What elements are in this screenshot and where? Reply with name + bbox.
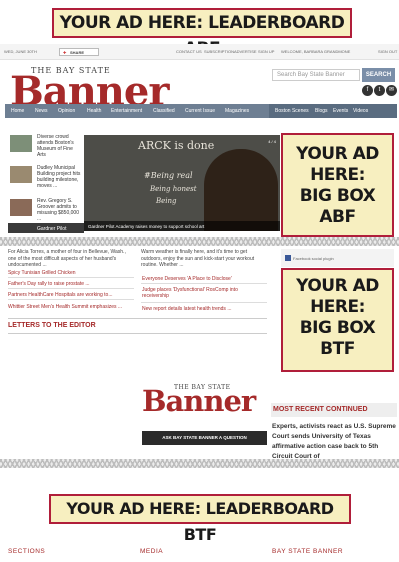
nav-videos[interactable]: Videos	[353, 108, 368, 114]
most-recent-header: MOST RECENT CONTINUED	[271, 403, 397, 417]
advertise-link[interactable]: ADVERTISE	[234, 49, 257, 54]
twitter-icon[interactable]: t	[374, 85, 385, 96]
article-link[interactable]: New report details latest health trends …	[142, 306, 232, 312]
ad-line: YOUR AD HERE:	[296, 276, 379, 317]
nav-opinion[interactable]: Opinion	[58, 108, 75, 114]
chalk-text: Being	[156, 197, 177, 205]
divider	[141, 302, 267, 303]
ask-logo: Banner	[142, 384, 256, 418]
article-link[interactable]: Spicy Tunisian Grilled Chicken	[8, 270, 76, 276]
nav-current-issue[interactable]: Current Issue	[185, 108, 215, 114]
chalk-text: ARCK is done	[138, 139, 215, 152]
divider	[141, 283, 267, 284]
slide-counter: 4 / 4	[268, 139, 276, 144]
nav-magazines[interactable]: Magazines	[225, 108, 249, 114]
featured-story-title[interactable]: Dudley Municipal Building project hits b…	[37, 165, 81, 189]
sign-out-link[interactable]: SIGN OUT	[378, 49, 397, 54]
big-box-ad-abf[interactable]: YOUR AD HERE: BIG BOX ABF	[281, 133, 394, 237]
big-box-ad-btf[interactable]: YOUR AD HERE: BIG BOX BTF	[281, 268, 394, 372]
footer-media-heading: MEDIA	[140, 548, 164, 555]
ad-line: BTF	[320, 339, 355, 359]
subscription-link[interactable]: SUBSCRIPTION	[204, 49, 234, 54]
email-icon[interactable]: ✉	[386, 85, 397, 96]
featured-story-title[interactable]: Diverse crowd attends Boston's Museum of…	[37, 134, 81, 158]
article-link[interactable]: Partners HealthCare Hospitals are workin…	[8, 292, 113, 298]
story-thumbnail[interactable]	[10, 199, 32, 216]
story-thumbnail[interactable]	[10, 166, 32, 183]
featured-story-title: Gardner Pilot	[37, 226, 67, 232]
welcome-user-text: WELCOME, BARBARA GRANDMONE	[281, 49, 351, 54]
article-link[interactable]: Father's Day rally to raise prostate ...	[8, 281, 90, 287]
nav-boston-scenes[interactable]: Boston Scenes	[275, 108, 309, 114]
featured-slider-photo[interactable]: ARCK is done #Being real Being honest Be…	[84, 135, 280, 231]
facebook-icon[interactable]: f	[362, 85, 373, 96]
nav-health[interactable]: Health	[87, 108, 101, 114]
section-divider	[0, 237, 399, 246]
nav-blogs[interactable]: Blogs	[315, 108, 328, 114]
top-utility-bar: WED, JUNE 30TH ✚ SHARE CONTACT US SUBSCR…	[0, 44, 399, 60]
ad-line: YOUR AD HERE:	[296, 144, 379, 185]
slider-caption[interactable]: Gardner Pilot Academy raises money to su…	[84, 221, 280, 231]
search-input[interactable]: Search Bay State Banner	[272, 69, 360, 81]
nav-events[interactable]: Events	[333, 108, 348, 114]
most-recent-article[interactable]: Experts, activists react as U.S. Supreme…	[272, 422, 397, 462]
most-recent-heading: MOST RECENT CONTINUED	[273, 406, 368, 413]
ad-line: BIG BOX	[299, 186, 376, 206]
contact-us-link[interactable]: CONTACT US	[176, 49, 202, 54]
ad-line: BIG BOX	[299, 318, 376, 338]
leaderboard-ad-bottom[interactable]: YOUR AD HERE: LEADERBOARD BTF	[49, 494, 351, 544]
share-label: SHARE	[70, 50, 85, 55]
search-button[interactable]: SEARCH	[362, 68, 395, 82]
story-thumbnail[interactable]	[10, 135, 32, 152]
divider	[8, 299, 134, 300]
footer-sections-heading: SECTIONS	[8, 548, 46, 555]
article-link[interactable]: Everyone Deserves 'A Place to Disclose'	[142, 276, 232, 282]
sign-up-link[interactable]: SIGN UP	[258, 49, 274, 54]
facebook-icon	[285, 255, 291, 261]
facebook-plugin[interactable]: Facebook social plugin	[281, 249, 394, 267]
chalk-text: #Being real	[144, 171, 193, 180]
nav-classified[interactable]: Classified	[153, 108, 175, 114]
section-divider	[0, 459, 399, 468]
leaderboard-ad-top[interactable]: YOUR AD HERE: LEADERBOARD ABF	[52, 8, 352, 59]
chalk-text: Being honest	[150, 185, 197, 193]
photo-subject	[204, 149, 278, 231]
divider	[8, 318, 267, 319]
article-summary[interactable]: For Alicia Torres, a mother of four in B…	[8, 249, 134, 269]
footer-banner-heading: BAY STATE BANNER	[272, 548, 344, 555]
featured-story-active[interactable]: Gardner Pilot	[8, 223, 84, 233]
ask-question-button[interactable]: ASK BAY STATE BANNER A QUESTION	[142, 431, 267, 445]
share-plus-icon: ✚	[63, 50, 67, 55]
divider	[8, 277, 134, 278]
divider	[8, 288, 134, 289]
share-button[interactable]: ✚ SHARE	[59, 48, 99, 56]
current-date: WED, JUNE 30TH	[4, 49, 37, 54]
article-link[interactable]: Whittier Street Men's Health Summit emph…	[8, 304, 134, 310]
article-summary[interactable]: Warm weather is finally here, and it's t…	[141, 249, 267, 269]
nav-secondary: Boston Scenes Blogs Events Videos	[269, 104, 397, 118]
facebook-plugin-label: Facebook social plugin	[293, 256, 334, 261]
divider	[8, 333, 267, 334]
featured-story-title[interactable]: Rev. Gregory S. Groover admits to misusi…	[37, 198, 81, 222]
article-link[interactable]: Judge places 'Dysfunctional' RosComp int…	[142, 287, 266, 299]
ad-line: ABF	[319, 207, 356, 227]
nav-entertainment[interactable]: Entertainment	[111, 108, 142, 114]
nav-home[interactable]: Home	[11, 108, 24, 114]
nav-news[interactable]: News	[35, 108, 48, 114]
letters-heading: LETTERS TO THE EDITOR	[8, 322, 96, 329]
